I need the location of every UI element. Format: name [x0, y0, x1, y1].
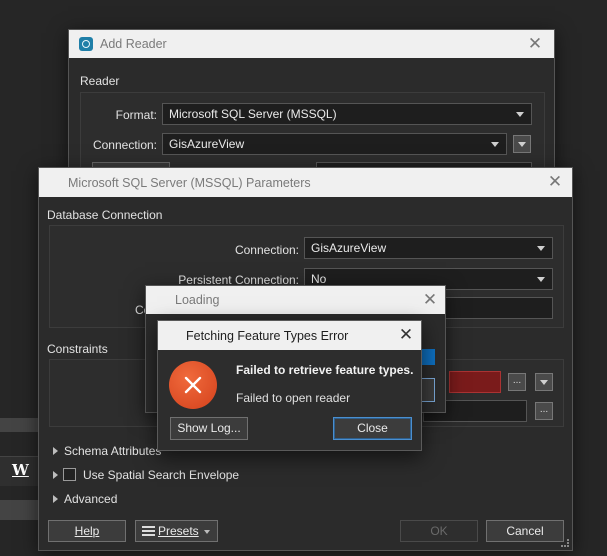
param-connection-select[interactable]: GisAzureView: [304, 237, 553, 259]
loading-titlebar: Loading ✕: [146, 286, 445, 314]
constraint-ellipsis-button-1[interactable]: ...: [508, 373, 526, 391]
format-select[interactable]: Microsoft SQL Server (MSSQL): [162, 103, 532, 125]
close-icon[interactable]: ✕: [421, 291, 439, 309]
presets-label: Presets: [158, 524, 199, 538]
chevron-down-icon: [540, 380, 548, 385]
error-title: Fetching Feature Types Error: [186, 328, 349, 343]
connection-select[interactable]: GisAzureView: [162, 133, 507, 155]
ok-button[interactable]: OK: [400, 520, 478, 542]
connection-menu-button[interactable]: [513, 135, 531, 153]
add-reader-title: Add Reader: [100, 37, 167, 51]
add-reader-window: Add Reader ✕ Reader Format: Microsoft SQ…: [68, 29, 555, 179]
error-dialog: Fetching Feature Types Error ✕ Failed to…: [157, 320, 422, 451]
db-connection-section-label: Database Connection: [47, 208, 163, 222]
parameters-titlebar: Microsoft SQL Server (MSSQL) Parameters …: [39, 168, 572, 197]
loading-title: Loading: [175, 293, 220, 307]
advanced-label[interactable]: Advanced: [64, 492, 117, 506]
connection-value: GisAzureView: [169, 137, 245, 151]
param-connection-value: GisAzureView: [311, 241, 387, 255]
constraint-input-red[interactable]: [449, 371, 501, 393]
persistent-connection-value: No: [311, 272, 327, 286]
constraints-section-label: Constraints: [47, 342, 108, 356]
chevron-down-icon: [537, 277, 545, 282]
close-button[interactable]: Close: [333, 417, 412, 440]
chevron-down-icon: [518, 142, 526, 147]
chevron-down-icon: [537, 246, 545, 251]
constraint-menu-button[interactable]: [535, 373, 553, 391]
error-titlebar: Fetching Feature Types Error ✕: [158, 321, 421, 350]
expand-arrow-icon[interactable]: [53, 471, 58, 479]
error-heading: Failed to retrieve feature types.: [236, 363, 414, 377]
help-button[interactable]: Help: [48, 520, 126, 542]
background-toolbar: [0, 418, 38, 432]
expand-arrow-icon[interactable]: [53, 447, 58, 455]
use-spatial-checkbox[interactable]: [63, 468, 76, 481]
expand-arrow-icon[interactable]: [53, 495, 58, 503]
toolbar-w-icon[interactable]: W: [12, 461, 29, 479]
connection-label: Connection:: [92, 138, 157, 152]
chevron-down-icon: [204, 530, 210, 534]
cancel-button[interactable]: Cancel: [486, 520, 564, 542]
close-icon[interactable]: ✕: [526, 35, 544, 53]
error-message: Failed to open reader: [236, 391, 351, 405]
chevron-down-icon: [516, 112, 524, 117]
param-connection-label: Connection:: [234, 243, 299, 257]
constraint-ellipsis-button-2[interactable]: ...: [535, 402, 553, 420]
presets-button[interactable]: Presets: [135, 520, 218, 542]
use-spatial-label: Use Spatial Search Envelope: [83, 468, 240, 482]
error-x-icon: [169, 361, 217, 409]
parameters-title: Microsoft SQL Server (MSSQL) Parameters: [68, 175, 311, 190]
close-icon[interactable]: ✕: [397, 326, 415, 344]
chevron-down-icon: [491, 142, 499, 147]
format-label: Format:: [115, 108, 157, 122]
schema-attributes-label[interactable]: Schema Attributes: [64, 444, 161, 458]
app-icon: [79, 37, 93, 51]
background-bottom-strip: [0, 500, 38, 520]
format-value: Microsoft SQL Server (MSSQL): [169, 107, 337, 121]
presets-icon: [142, 526, 155, 536]
reader-section-label: Reader: [80, 74, 120, 88]
add-reader-titlebar: Add Reader ✕: [69, 30, 554, 58]
close-icon[interactable]: ✕: [546, 173, 564, 191]
show-log-button[interactable]: Show Log...: [170, 417, 248, 440]
resize-grip-icon[interactable]: [561, 539, 569, 547]
